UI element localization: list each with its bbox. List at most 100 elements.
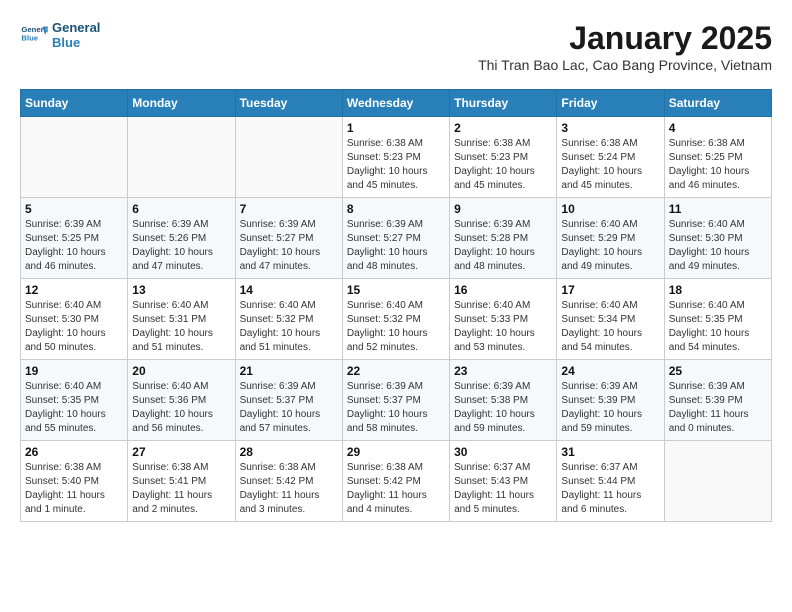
day-info: Sunrise: 6:38 AM Sunset: 5:41 PM Dayligh… [132, 461, 230, 517]
day-number: 31 [561, 445, 659, 459]
day-info: Sunrise: 6:38 AM Sunset: 5:40 PM Dayligh… [25, 461, 123, 517]
day-number: 22 [347, 364, 445, 378]
calendar-cell [128, 117, 235, 198]
day-number: 4 [669, 121, 767, 135]
calendar-cell: 24 Sunrise: 6:39 AM Sunset: 5:39 PM Dayli… [557, 360, 664, 441]
day-info: Sunrise: 6:38 AM Sunset: 5:24 PM Dayligh… [561, 137, 659, 193]
weekday-header-friday: Friday [557, 90, 664, 117]
day-info: Sunrise: 6:37 AM Sunset: 5:43 PM Dayligh… [454, 461, 552, 517]
page-title: January 2025 [478, 20, 772, 57]
day-number: 25 [669, 364, 767, 378]
day-info: Sunrise: 6:40 AM Sunset: 5:32 PM Dayligh… [240, 299, 338, 355]
day-info: Sunrise: 6:39 AM Sunset: 5:28 PM Dayligh… [454, 218, 552, 274]
calendar-cell: 11 Sunrise: 6:40 AM Sunset: 5:30 PM Dayli… [664, 198, 771, 279]
logo-blue: Blue [52, 35, 100, 50]
day-number: 7 [240, 202, 338, 216]
day-info: Sunrise: 6:40 AM Sunset: 5:36 PM Dayligh… [132, 380, 230, 436]
day-number: 20 [132, 364, 230, 378]
weekday-header-wednesday: Wednesday [342, 90, 449, 117]
calendar-cell: 10 Sunrise: 6:40 AM Sunset: 5:29 PM Dayli… [557, 198, 664, 279]
day-number: 16 [454, 283, 552, 297]
calendar-cell: 2 Sunrise: 6:38 AM Sunset: 5:23 PM Daylig… [450, 117, 557, 198]
weekday-header-tuesday: Tuesday [235, 90, 342, 117]
day-info: Sunrise: 6:39 AM Sunset: 5:27 PM Dayligh… [347, 218, 445, 274]
day-info: Sunrise: 6:40 AM Sunset: 5:31 PM Dayligh… [132, 299, 230, 355]
calendar-cell: 13 Sunrise: 6:40 AM Sunset: 5:31 PM Dayli… [128, 279, 235, 360]
day-info: Sunrise: 6:38 AM Sunset: 5:42 PM Dayligh… [347, 461, 445, 517]
logo-general: General [52, 20, 100, 35]
day-info: Sunrise: 6:39 AM Sunset: 5:38 PM Dayligh… [454, 380, 552, 436]
day-number: 17 [561, 283, 659, 297]
day-number: 24 [561, 364, 659, 378]
day-number: 26 [25, 445, 123, 459]
calendar-cell: 19 Sunrise: 6:40 AM Sunset: 5:35 PM Dayli… [21, 360, 128, 441]
weekday-header-sunday: Sunday [21, 90, 128, 117]
day-info: Sunrise: 6:40 AM Sunset: 5:30 PM Dayligh… [25, 299, 123, 355]
logo: General Blue General Blue [20, 20, 100, 50]
day-number: 2 [454, 121, 552, 135]
weekday-header-thursday: Thursday [450, 90, 557, 117]
calendar-cell: 1 Sunrise: 6:38 AM Sunset: 5:23 PM Daylig… [342, 117, 449, 198]
calendar-cell: 28 Sunrise: 6:38 AM Sunset: 5:42 PM Dayli… [235, 441, 342, 522]
day-info: Sunrise: 6:40 AM Sunset: 5:32 PM Dayligh… [347, 299, 445, 355]
day-info: Sunrise: 6:39 AM Sunset: 5:27 PM Dayligh… [240, 218, 338, 274]
calendar-cell: 4Sunrise: 6:38 AM Sunset: 5:25 PM Daylig… [664, 117, 771, 198]
weekday-header-saturday: Saturday [664, 90, 771, 117]
day-info: Sunrise: 6:38 AM Sunset: 5:23 PM Dayligh… [347, 137, 445, 193]
day-info: Sunrise: 6:39 AM Sunset: 5:39 PM Dayligh… [561, 380, 659, 436]
calendar-cell: 18 Sunrise: 6:40 AM Sunset: 5:35 PM Dayli… [664, 279, 771, 360]
day-number: 12 [25, 283, 123, 297]
day-number: 29 [347, 445, 445, 459]
day-info: Sunrise: 6:38 AM Sunset: 5:42 PM Dayligh… [240, 461, 338, 517]
day-number: 9 [454, 202, 552, 216]
day-number: 21 [240, 364, 338, 378]
day-info: Sunrise: 6:40 AM Sunset: 5:35 PM Dayligh… [25, 380, 123, 436]
calendar-cell: 16 Sunrise: 6:40 AM Sunset: 5:33 PM Dayli… [450, 279, 557, 360]
calendar-cell: 20 Sunrise: 6:40 AM Sunset: 5:36 PM Dayli… [128, 360, 235, 441]
day-number: 3 [561, 121, 659, 135]
day-number: 6 [132, 202, 230, 216]
day-info: Sunrise: 6:39 AM Sunset: 5:25 PM Dayligh… [25, 218, 123, 274]
calendar-cell: 29 Sunrise: 6:38 AM Sunset: 5:42 PM Dayli… [342, 441, 449, 522]
day-info: Sunrise: 6:40 AM Sunset: 5:29 PM Dayligh… [561, 218, 659, 274]
day-number: 10 [561, 202, 659, 216]
day-number: 5 [25, 202, 123, 216]
day-number: 30 [454, 445, 552, 459]
day-number: 23 [454, 364, 552, 378]
day-number: 18 [669, 283, 767, 297]
day-number: 28 [240, 445, 338, 459]
day-info: Sunrise: 6:40 AM Sunset: 5:30 PM Dayligh… [669, 218, 767, 274]
calendar-cell: 23 Sunrise: 6:39 AM Sunset: 5:38 PM Dayli… [450, 360, 557, 441]
calendar-table: SundayMondayTuesdayWednesdayThursdayFrid… [20, 89, 772, 522]
day-number: 27 [132, 445, 230, 459]
calendar-cell: 6Sunrise: 6:39 AM Sunset: 5:26 PM Daylig… [128, 198, 235, 279]
calendar-cell: 5 Sunrise: 6:39 AM Sunset: 5:25 PM Daylig… [21, 198, 128, 279]
day-info: Sunrise: 6:39 AM Sunset: 5:39 PM Dayligh… [669, 380, 767, 436]
calendar-cell [21, 117, 128, 198]
day-info: Sunrise: 6:39 AM Sunset: 5:37 PM Dayligh… [347, 380, 445, 436]
calendar-cell: 30 Sunrise: 6:37 AM Sunset: 5:43 PM Dayli… [450, 441, 557, 522]
day-number: 13 [132, 283, 230, 297]
day-info: Sunrise: 6:40 AM Sunset: 5:33 PM Dayligh… [454, 299, 552, 355]
day-number: 11 [669, 202, 767, 216]
svg-text:Blue: Blue [21, 34, 38, 43]
calendar-cell: 27 Sunrise: 6:38 AM Sunset: 5:41 PM Dayli… [128, 441, 235, 522]
day-number: 1 [347, 121, 445, 135]
day-info: Sunrise: 6:39 AM Sunset: 5:37 PM Dayligh… [240, 380, 338, 436]
calendar-cell: 14Sunrise: 6:40 AM Sunset: 5:32 PM Dayli… [235, 279, 342, 360]
calendar-cell: 21 Sunrise: 6:39 AM Sunset: 5:37 PM Dayli… [235, 360, 342, 441]
calendar-cell: 8Sunrise: 6:39 AM Sunset: 5:27 PM Daylig… [342, 198, 449, 279]
weekday-header-monday: Monday [128, 90, 235, 117]
calendar-cell: 15 Sunrise: 6:40 AM Sunset: 5:32 PM Dayli… [342, 279, 449, 360]
logo-icon: General Blue [20, 21, 48, 49]
day-info: Sunrise: 6:38 AM Sunset: 5:23 PM Dayligh… [454, 137, 552, 193]
calendar-cell: 31 Sunrise: 6:37 AM Sunset: 5:44 PM Dayli… [557, 441, 664, 522]
day-number: 19 [25, 364, 123, 378]
calendar-cell: 25 Sunrise: 6:39 AM Sunset: 5:39 PM Dayli… [664, 360, 771, 441]
day-number: 15 [347, 283, 445, 297]
day-info: Sunrise: 6:37 AM Sunset: 5:44 PM Dayligh… [561, 461, 659, 517]
day-info: Sunrise: 6:40 AM Sunset: 5:35 PM Dayligh… [669, 299, 767, 355]
calendar-cell [664, 441, 771, 522]
location-subtitle: Thi Tran Bao Lac, Cao Bang Province, Vie… [478, 57, 772, 73]
calendar-cell: 9 Sunrise: 6:39 AM Sunset: 5:28 PM Daylig… [450, 198, 557, 279]
